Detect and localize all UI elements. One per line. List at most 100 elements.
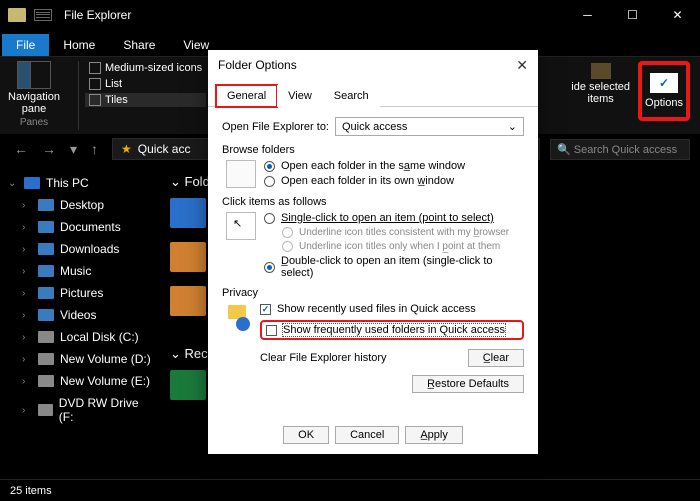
sidebar-item[interactable]: ›Pictures <box>6 282 154 304</box>
dialog-titlebar: Folder Options ✕ <box>208 50 538 80</box>
privacy-group: Privacy Show recently used files in Quic… <box>222 287 524 367</box>
titlebar: File Explorer ─ ☐ ✕ <box>0 0 700 30</box>
folder-tile[interactable] <box>170 242 206 272</box>
search-input[interactable]: 🔍 Search Quick access <box>550 139 690 160</box>
breadcrumb-text: Quick acc <box>138 142 191 156</box>
nav-pane-group[interactable]: Navigation pane Panes <box>8 61 60 130</box>
radio-same-window[interactable]: Open each folder in the sa̲me window <box>264 160 465 172</box>
tab-share[interactable]: Share <box>109 34 169 56</box>
cancel-button[interactable]: Cancel <box>335 426 399 444</box>
options-icon: ✓ <box>650 73 678 93</box>
thispc-icon <box>24 177 40 189</box>
status-bar: 25 items <box>0 479 700 501</box>
sidebar-item[interactable]: ›Videos <box>6 304 154 326</box>
browse-thumb-icon <box>226 160 256 188</box>
navpane-label: Navigation pane <box>8 91 60 115</box>
sidebar-item[interactable]: ›DVD RW Drive (F: <box>6 392 154 428</box>
sidebar-item[interactable]: ›Desktop <box>6 194 154 216</box>
chevron-icon: › <box>22 310 32 321</box>
layout-tiles[interactable]: Tiles <box>85 93 206 107</box>
drive-icon <box>38 375 54 387</box>
panes-label: Panes <box>20 117 48 128</box>
dialog-close-button[interactable]: ✕ <box>516 57 528 74</box>
close-button[interactable]: ✕ <box>655 0 700 30</box>
menu-icon[interactable] <box>34 9 52 21</box>
chevron-icon: › <box>22 222 32 233</box>
privacy-icon <box>226 303 252 333</box>
chevron-icon: › <box>22 244 32 255</box>
drive-icon <box>38 221 54 233</box>
dialog-tab-search[interactable]: Search <box>323 85 380 107</box>
chevron-icon: › <box>22 354 32 365</box>
checkbox-recent-files[interactable]: Show recently used files in Quick access <box>260 303 524 315</box>
options-button[interactable]: ✓ Options <box>638 61 690 121</box>
clear-history-label: Clear File Explorer history <box>260 352 462 364</box>
chevron-icon: › <box>22 376 32 387</box>
item-count: 25 items <box>10 485 52 497</box>
tab-file[interactable]: File <box>2 34 49 56</box>
sidebar-item[interactable]: ›Documents <box>6 216 154 238</box>
dialog-tab-general[interactable]: General <box>216 85 277 107</box>
star-icon: ★ <box>121 142 132 156</box>
checkbox-frequent-folders[interactable]: Show frequently used folders in Quick ac… <box>266 324 518 336</box>
folder-tile[interactable] <box>170 198 206 228</box>
folder-tile[interactable] <box>170 286 206 316</box>
chevron-icon: › <box>22 266 32 277</box>
radio-single-click[interactable]: S̲ingle-click to open an item (point to … <box>264 212 524 224</box>
dialog-title: Folder Options <box>218 58 297 72</box>
folder-icon <box>8 8 26 22</box>
maximize-button[interactable]: ☐ <box>610 0 655 30</box>
app-title: File Explorer <box>64 8 131 22</box>
back-button[interactable]: ← <box>10 141 32 157</box>
hide-icon <box>591 63 611 79</box>
sidebar-item[interactable]: ›New Volume (E:) <box>6 370 154 392</box>
sidebar-item[interactable]: ›New Volume (D:) <box>6 348 154 370</box>
sidebar-item[interactable]: ›Local Disk (C:) <box>6 326 154 348</box>
chevron-down-icon: ⌄ <box>508 120 517 133</box>
drive-icon <box>38 404 53 416</box>
radio-underline-point: Underline icon titles only when I p̲oint… <box>282 241 524 252</box>
chevron-down-icon[interactable]: ▾ <box>66 141 81 158</box>
browse-folders-group: Browse folders Open each folder in the s… <box>222 144 524 188</box>
sidebar-item[interactable]: ›Downloads <box>6 238 154 260</box>
chevron-icon: › <box>22 288 32 299</box>
dialog-tabs: General View Search <box>208 80 538 107</box>
minimize-button[interactable]: ─ <box>565 0 610 30</box>
drive-icon <box>38 265 54 277</box>
folder-options-dialog: Folder Options ✕ General View Search Ope… <box>208 50 538 454</box>
drive-icon <box>38 243 54 255</box>
chevron-icon: › <box>22 405 32 416</box>
tab-home[interactable]: Home <box>49 34 109 56</box>
drive-icon <box>38 199 54 211</box>
drive-icon <box>38 287 54 299</box>
up-button[interactable]: ↑ <box>87 141 102 157</box>
open-to-dropdown[interactable]: Quick access⌄ <box>335 117 524 136</box>
forward-button[interactable]: → <box>38 141 60 157</box>
file-tile[interactable] <box>170 370 206 400</box>
hide-selected[interactable]: ide selected items <box>571 63 630 105</box>
open-to-label: Open File Explorer to: <box>222 121 329 133</box>
sidebar-item[interactable]: ›Music <box>6 260 154 282</box>
click-items-group: Click items as follows ↖ S̲ingle-click t… <box>222 196 524 279</box>
apply-button[interactable]: A̲pply <box>405 426 463 444</box>
dialog-tab-view[interactable]: View <box>277 85 323 107</box>
ok-button[interactable]: OK <box>283 426 329 444</box>
layout-list-item[interactable]: List <box>85 77 206 91</box>
clear-button[interactable]: C̲lear <box>468 349 524 367</box>
drive-icon <box>38 353 54 365</box>
layout-list: Medium-sized icons List Tiles <box>85 61 206 130</box>
layout-medium[interactable]: Medium-sized icons <box>85 61 206 75</box>
click-thumb-icon: ↖ <box>226 212 256 240</box>
sidebar-thispc[interactable]: ⌄ This PC <box>6 172 154 194</box>
sidebar: ⌄ This PC ›Desktop›Documents›Downloads›M… <box>0 164 160 479</box>
navpane-icon <box>17 61 51 89</box>
drive-icon <box>38 309 54 321</box>
drive-icon <box>38 331 54 343</box>
chevron-icon: › <box>22 200 32 211</box>
restore-defaults-button[interactable]: R̲estore Defaults <box>412 375 524 393</box>
chevron-icon: ⌄ <box>8 178 18 189</box>
chevron-icon: › <box>22 332 32 343</box>
radio-double-click[interactable]: D̲ouble-click to open an item (single-cl… <box>264 255 524 279</box>
radio-own-window[interactable]: Open each folder in its own w̲indow <box>264 175 465 187</box>
radio-underline-browser: Underline icon titles consistent with my… <box>282 227 524 238</box>
